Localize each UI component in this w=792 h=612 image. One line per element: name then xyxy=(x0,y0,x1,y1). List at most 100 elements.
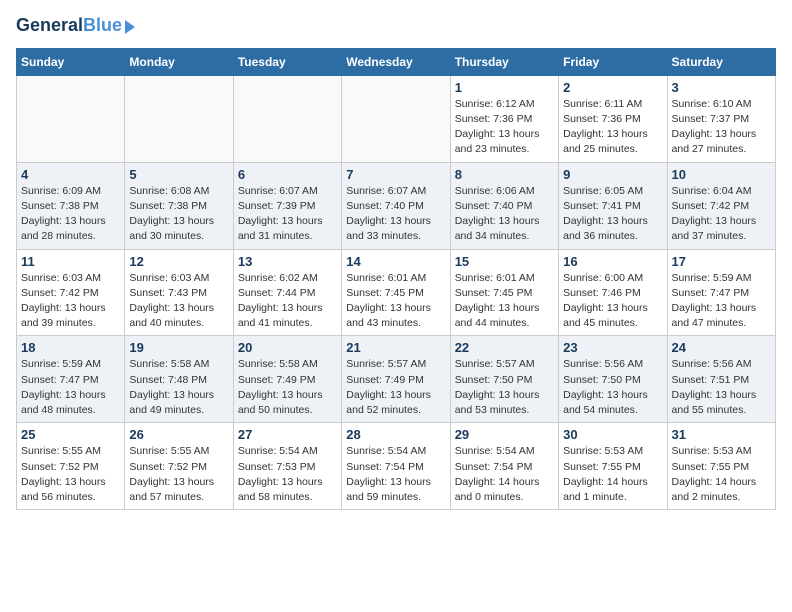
day-number: 4 xyxy=(21,167,120,182)
calendar-header-row: SundayMondayTuesdayWednesdayThursdayFrid… xyxy=(17,48,776,75)
day-number: 25 xyxy=(21,427,120,442)
day-number: 27 xyxy=(238,427,337,442)
day-info: Sunrise: 6:07 AM Sunset: 7:39 PM Dayligh… xyxy=(238,184,337,245)
calendar-cell: 23 Sunrise: 5:56 AM Sunset: 7:50 PM Dayli… xyxy=(559,336,667,423)
day-number: 8 xyxy=(455,167,554,182)
calendar-cell: 28 Sunrise: 5:54 AM Sunset: 7:54 PM Dayli… xyxy=(342,423,450,510)
day-number: 28 xyxy=(346,427,445,442)
calendar-cell: 22 Sunrise: 5:57 AM Sunset: 7:50 PM Dayli… xyxy=(450,336,558,423)
day-number: 14 xyxy=(346,254,445,269)
calendar-cell: 8 Sunrise: 6:06 AM Sunset: 7:40 PM Daylig… xyxy=(450,162,558,249)
calendar-week-2: 4Sunrise: 6:09 AM Sunset: 7:38 PM Daylig… xyxy=(17,162,776,249)
calendar-cell: 16Sunrise: 6:00 AM Sunset: 7:46 PM Dayli… xyxy=(559,249,667,336)
day-info: Sunrise: 6:02 AM Sunset: 7:44 PM Dayligh… xyxy=(238,271,337,332)
calendar-cell: 20 Sunrise: 5:58 AM Sunset: 7:49 PM Dayli… xyxy=(233,336,341,423)
day-info: Sunrise: 5:54 AM Sunset: 7:54 PM Dayligh… xyxy=(346,444,445,505)
calendar-cell: 30Sunrise: 5:53 AM Sunset: 7:55 PM Dayli… xyxy=(559,423,667,510)
day-number: 19 xyxy=(129,340,228,355)
day-info: Sunrise: 6:01 AM Sunset: 7:45 PM Dayligh… xyxy=(346,271,445,332)
day-info: Sunrise: 5:59 AM Sunset: 7:47 PM Dayligh… xyxy=(21,357,120,418)
day-info: Sunrise: 5:55 AM Sunset: 7:52 PM Dayligh… xyxy=(129,444,228,505)
day-number: 12 xyxy=(129,254,228,269)
day-number: 9 xyxy=(563,167,662,182)
calendar-cell: 1 Sunrise: 6:12 AM Sunset: 7:36 PM Daylig… xyxy=(450,75,558,162)
calendar-cell xyxy=(233,75,341,162)
calendar-cell: 4Sunrise: 6:09 AM Sunset: 7:38 PM Daylig… xyxy=(17,162,125,249)
day-info: Sunrise: 5:56 AM Sunset: 7:51 PM Dayligh… xyxy=(672,357,771,418)
day-info: Sunrise: 5:53 AM Sunset: 7:55 PM Dayligh… xyxy=(563,444,662,505)
day-info: Sunrise: 5:54 AM Sunset: 7:53 PM Dayligh… xyxy=(238,444,337,505)
weekday-header-monday: Monday xyxy=(125,48,233,75)
page-header: GeneralBlue xyxy=(16,16,776,36)
day-number: 17 xyxy=(672,254,771,269)
day-info: Sunrise: 5:53 AM Sunset: 7:55 PM Dayligh… xyxy=(672,444,771,505)
calendar-cell xyxy=(125,75,233,162)
calendar-week-5: 25 Sunrise: 5:55 AM Sunset: 7:52 PM Dayli… xyxy=(17,423,776,510)
calendar-cell: 24 Sunrise: 5:56 AM Sunset: 7:51 PM Dayli… xyxy=(667,336,775,423)
calendar-cell: 12 Sunrise: 6:03 AM Sunset: 7:43 PM Dayli… xyxy=(125,249,233,336)
day-number: 7 xyxy=(346,167,445,182)
day-number: 21 xyxy=(346,340,445,355)
day-number: 20 xyxy=(238,340,337,355)
logo-arrow-icon xyxy=(125,20,135,34)
day-number: 15 xyxy=(455,254,554,269)
day-info: Sunrise: 6:01 AM Sunset: 7:45 PM Dayligh… xyxy=(455,271,554,332)
day-number: 13 xyxy=(238,254,337,269)
day-number: 22 xyxy=(455,340,554,355)
day-info: Sunrise: 6:03 AM Sunset: 7:43 PM Dayligh… xyxy=(129,271,228,332)
calendar-cell: 19 Sunrise: 5:58 AM Sunset: 7:48 PM Dayli… xyxy=(125,336,233,423)
calendar-cell xyxy=(342,75,450,162)
calendar-cell: 11Sunrise: 6:03 AM Sunset: 7:42 PM Dayli… xyxy=(17,249,125,336)
calendar-cell: 18Sunrise: 5:59 AM Sunset: 7:47 PM Dayli… xyxy=(17,336,125,423)
calendar-cell: 29Sunrise: 5:54 AM Sunset: 7:54 PM Dayli… xyxy=(450,423,558,510)
day-info: Sunrise: 5:57 AM Sunset: 7:50 PM Dayligh… xyxy=(455,357,554,418)
weekday-header-sunday: Sunday xyxy=(17,48,125,75)
calendar-cell: 7 Sunrise: 6:07 AM Sunset: 7:40 PM Daylig… xyxy=(342,162,450,249)
calendar-cell: 6 Sunrise: 6:07 AM Sunset: 7:39 PM Daylig… xyxy=(233,162,341,249)
calendar-cell: 13 Sunrise: 6:02 AM Sunset: 7:44 PM Dayli… xyxy=(233,249,341,336)
calendar-cell: 15 Sunrise: 6:01 AM Sunset: 7:45 PM Dayli… xyxy=(450,249,558,336)
day-number: 16 xyxy=(563,254,662,269)
day-number: 26 xyxy=(129,427,228,442)
day-info: Sunrise: 5:58 AM Sunset: 7:49 PM Dayligh… xyxy=(238,357,337,418)
weekday-header-wednesday: Wednesday xyxy=(342,48,450,75)
logo-text: GeneralBlue xyxy=(16,16,122,36)
day-number: 6 xyxy=(238,167,337,182)
calendar-week-4: 18Sunrise: 5:59 AM Sunset: 7:47 PM Dayli… xyxy=(17,336,776,423)
day-number: 1 xyxy=(455,80,554,95)
calendar-cell: 27 Sunrise: 5:54 AM Sunset: 7:53 PM Dayli… xyxy=(233,423,341,510)
calendar-cell: 25 Sunrise: 5:55 AM Sunset: 7:52 PM Dayli… xyxy=(17,423,125,510)
day-info: Sunrise: 5:55 AM Sunset: 7:52 PM Dayligh… xyxy=(21,444,120,505)
weekday-header-friday: Friday xyxy=(559,48,667,75)
day-number: 23 xyxy=(563,340,662,355)
calendar-cell xyxy=(17,75,125,162)
day-info: Sunrise: 6:03 AM Sunset: 7:42 PM Dayligh… xyxy=(21,271,120,332)
day-info: Sunrise: 6:06 AM Sunset: 7:40 PM Dayligh… xyxy=(455,184,554,245)
weekday-header-saturday: Saturday xyxy=(667,48,775,75)
calendar-cell: 3Sunrise: 6:10 AM Sunset: 7:37 PM Daylig… xyxy=(667,75,775,162)
calendar-week-1: 1 Sunrise: 6:12 AM Sunset: 7:36 PM Daylig… xyxy=(17,75,776,162)
calendar-cell: 2 Sunrise: 6:11 AM Sunset: 7:36 PM Daylig… xyxy=(559,75,667,162)
day-number: 10 xyxy=(672,167,771,182)
calendar-cell: 14 Sunrise: 6:01 AM Sunset: 7:45 PM Dayli… xyxy=(342,249,450,336)
day-number: 31 xyxy=(672,427,771,442)
day-info: Sunrise: 5:57 AM Sunset: 7:49 PM Dayligh… xyxy=(346,357,445,418)
day-info: Sunrise: 6:07 AM Sunset: 7:40 PM Dayligh… xyxy=(346,184,445,245)
weekday-header-tuesday: Tuesday xyxy=(233,48,341,75)
day-info: Sunrise: 5:56 AM Sunset: 7:50 PM Dayligh… xyxy=(563,357,662,418)
day-number: 2 xyxy=(563,80,662,95)
calendar-cell: 21 Sunrise: 5:57 AM Sunset: 7:49 PM Dayli… xyxy=(342,336,450,423)
day-info: Sunrise: 6:11 AM Sunset: 7:36 PM Dayligh… xyxy=(563,97,662,158)
calendar-table: SundayMondayTuesdayWednesdayThursdayFrid… xyxy=(16,48,776,510)
calendar-cell: 26 Sunrise: 5:55 AM Sunset: 7:52 PM Dayli… xyxy=(125,423,233,510)
calendar-cell: 31 Sunrise: 5:53 AM Sunset: 7:55 PM Dayli… xyxy=(667,423,775,510)
day-info: Sunrise: 6:04 AM Sunset: 7:42 PM Dayligh… xyxy=(672,184,771,245)
day-number: 3 xyxy=(672,80,771,95)
day-info: Sunrise: 6:08 AM Sunset: 7:38 PM Dayligh… xyxy=(129,184,228,245)
day-number: 24 xyxy=(672,340,771,355)
day-info: Sunrise: 6:05 AM Sunset: 7:41 PM Dayligh… xyxy=(563,184,662,245)
day-info: Sunrise: 5:59 AM Sunset: 7:47 PM Dayligh… xyxy=(672,271,771,332)
day-info: Sunrise: 5:58 AM Sunset: 7:48 PM Dayligh… xyxy=(129,357,228,418)
calendar-cell: 17 Sunrise: 5:59 AM Sunset: 7:47 PM Dayli… xyxy=(667,249,775,336)
day-info: Sunrise: 6:12 AM Sunset: 7:36 PM Dayligh… xyxy=(455,97,554,158)
